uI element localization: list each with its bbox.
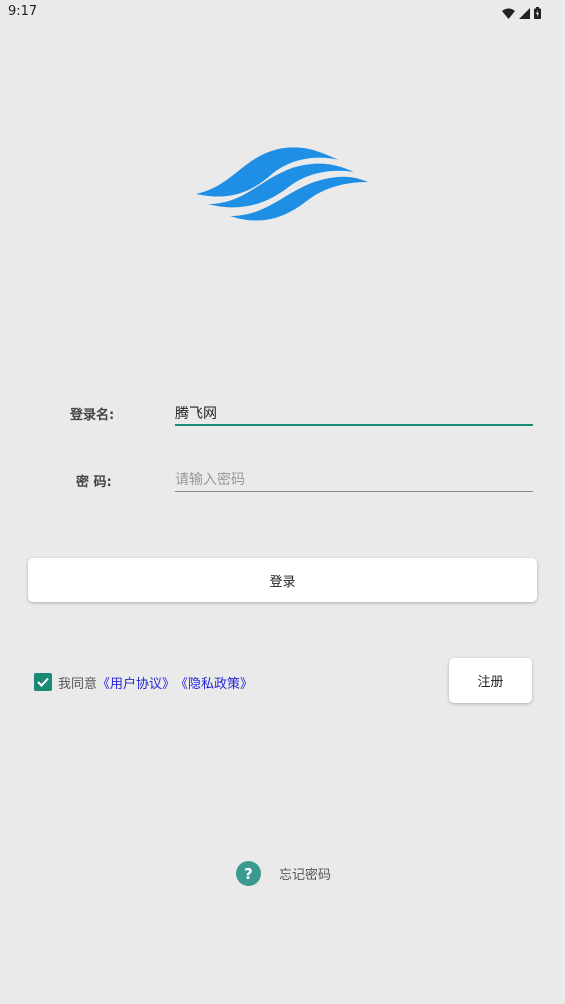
status-bar: 9:17 — [0, 0, 565, 24]
password-label: 密 码: — [76, 475, 112, 490]
username-underline — [175, 424, 533, 426]
status-icons — [502, 4, 541, 23]
privacy-policy-link[interactable]: 《隐私政策》 — [175, 673, 253, 692]
register-button[interactable]: 注册 — [449, 658, 532, 703]
help-icon: ? — [236, 861, 261, 886]
signal-icon — [519, 4, 530, 23]
password-row: 密 码: — [0, 463, 565, 503]
agreement-row: 我同意 《用户协议》 《隐私政策》 — [34, 671, 253, 693]
forgot-password[interactable]: ? 忘记密码 — [236, 861, 331, 886]
battery-icon — [534, 4, 541, 23]
password-underline — [175, 491, 533, 492]
username-row: 登录名: — [0, 396, 565, 436]
password-input[interactable] — [175, 467, 533, 493]
agreement-checkbox[interactable] — [34, 673, 52, 691]
login-button[interactable]: 登录 — [28, 558, 537, 602]
forgot-password-label: 忘记密码 — [279, 868, 332, 883]
user-agreement-link[interactable]: 《用户协议》 — [97, 673, 175, 692]
app-logo — [194, 146, 370, 226]
waves-logo-icon — [196, 147, 368, 221]
username-input[interactable] — [175, 400, 533, 426]
check-icon — [37, 677, 49, 687]
wifi-icon — [502, 4, 515, 23]
agreement-prefix: 我同意 — [58, 676, 98, 692]
status-time: 9:17 — [8, 4, 38, 19]
username-label: 登录名: — [70, 408, 115, 423]
